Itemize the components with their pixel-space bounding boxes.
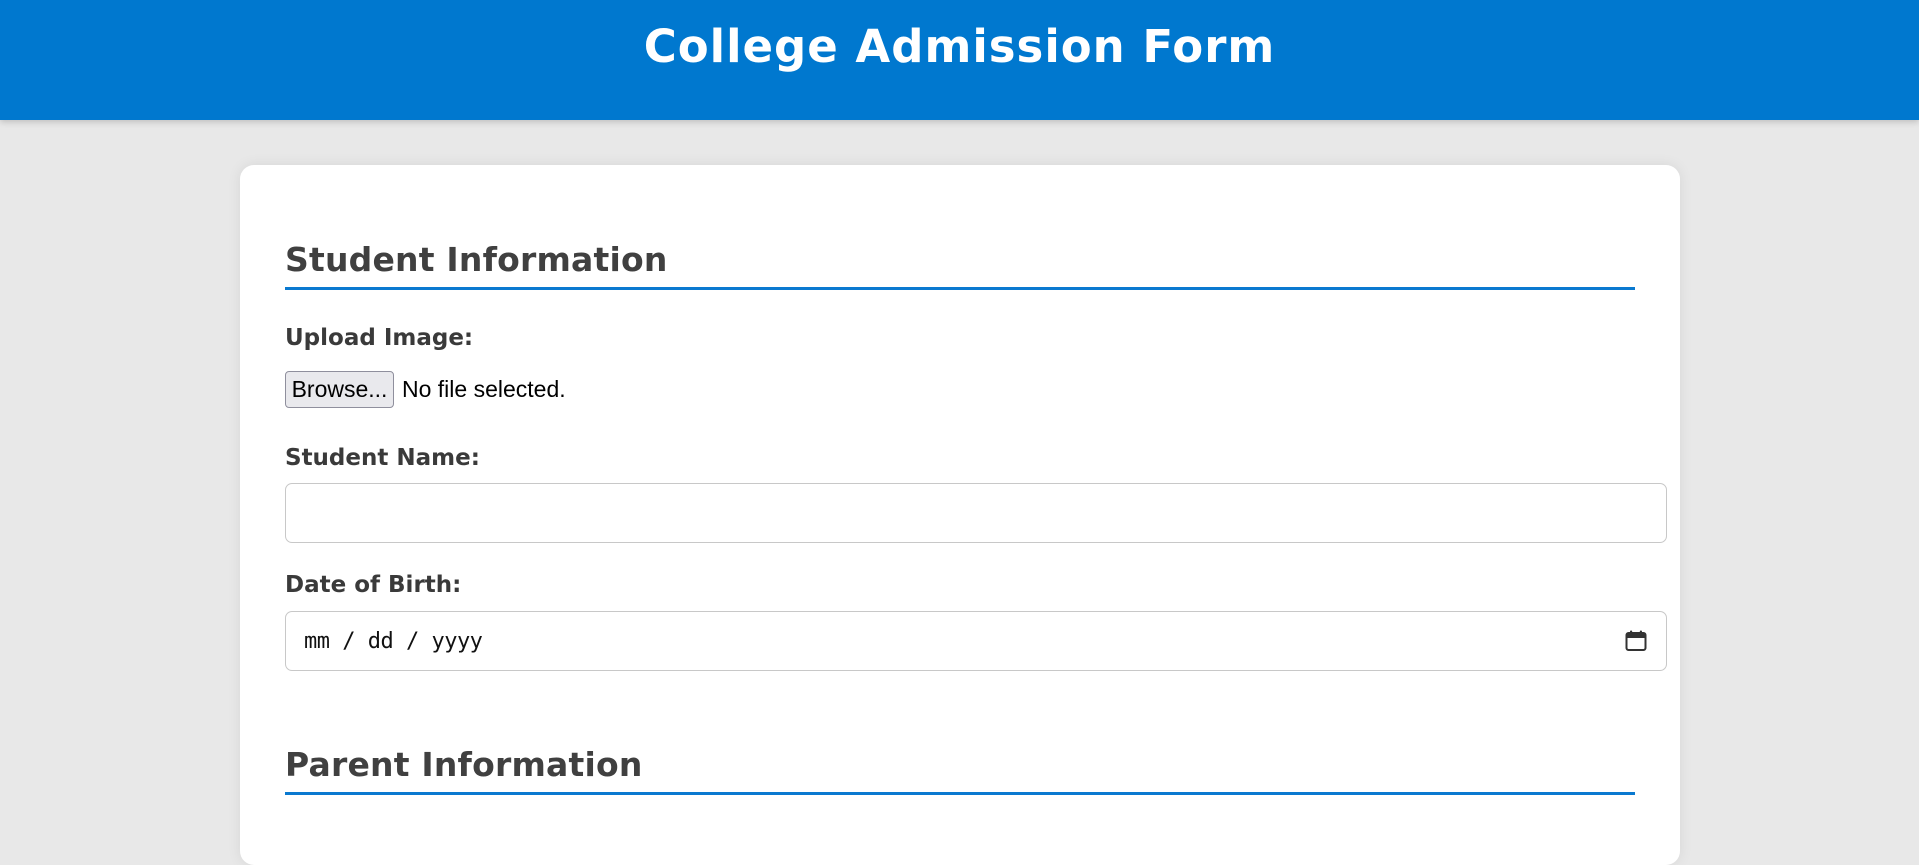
student-name-input[interactable] — [285, 483, 1667, 543]
dob-label: Date of Birth: — [285, 572, 462, 598]
file-upload-field[interactable]: Browse... No file selected. — [285, 371, 566, 408]
form-card: Student Information Upload Image: Browse… — [240, 165, 1680, 865]
upload-image-label: Upload Image: — [285, 325, 474, 351]
browse-button[interactable]: Browse... — [285, 371, 394, 408]
file-status-text: No file selected. — [402, 376, 566, 402]
page-title: College Admission Form — [643, 20, 1276, 73]
student-name-label: Student Name: — [285, 445, 480, 471]
section-title-student: Student Information — [285, 240, 1635, 290]
section-title-parent: Parent Information — [285, 745, 1635, 795]
dob-input[interactable]: mm / dd / yyyy — [285, 611, 1667, 671]
calendar-icon[interactable] — [1624, 629, 1648, 653]
dob-placeholder: mm / dd / yyyy — [304, 628, 483, 654]
page-header: College Admission Form — [0, 0, 1919, 120]
